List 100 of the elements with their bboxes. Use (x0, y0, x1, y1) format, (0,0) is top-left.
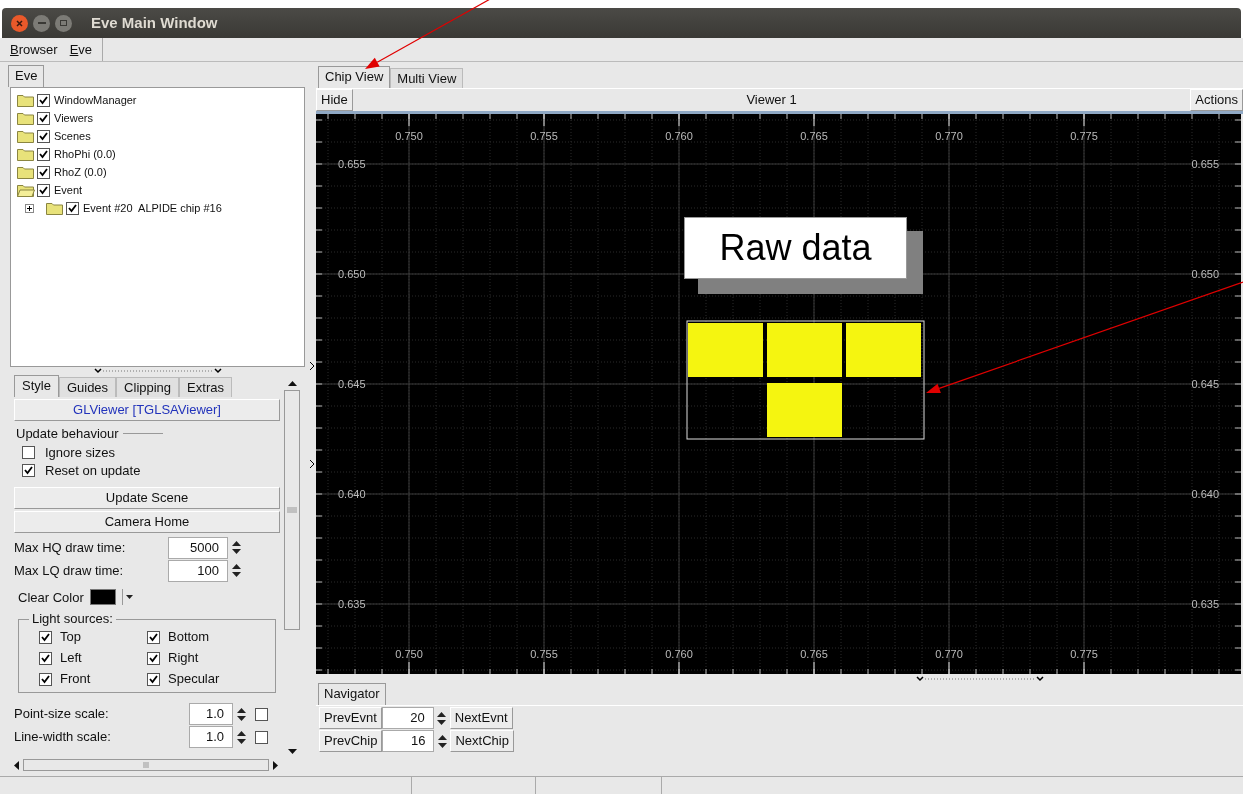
checkbox[interactable] (39, 651, 52, 665)
tab[interactable]: Navigator (318, 683, 386, 705)
tab[interactable]: Style (14, 375, 59, 397)
checkbox[interactable] (147, 651, 160, 665)
checkbox[interactable] (39, 630, 52, 644)
tick-label: 0.655 (338, 158, 366, 170)
tick-label: 0.655 (1191, 158, 1219, 170)
action-button[interactable]: Camera Home (14, 510, 280, 533)
group-title: Light sources: (29, 611, 116, 627)
color-swatch[interactable] (89, 589, 116, 606)
number-field[interactable]: 1.0 (189, 703, 233, 725)
tree-item[interactable]: WindowManager (54, 91, 137, 109)
annotation-label: Raw data (684, 217, 907, 279)
checkbox-label: Left (60, 649, 82, 668)
tick-label: 0.755 (530, 130, 558, 142)
checkbox[interactable] (37, 147, 50, 161)
tick-label: 0.770 (935, 130, 963, 142)
number-field[interactable]: 100 (168, 559, 228, 582)
scroll-right-icon[interactable] (273, 760, 278, 770)
group-title: Update behaviour (16, 425, 119, 443)
checkbox[interactable] (66, 201, 79, 215)
object-button[interactable]: GLViewer [TGLSAViewer] (14, 399, 280, 421)
field-label: Clear Color (18, 588, 84, 607)
tick-label: 0.755 (530, 648, 558, 660)
number-field[interactable]: 5000 (168, 536, 228, 559)
tab[interactable]: Chip View (318, 66, 391, 88)
checkbox[interactable] (255, 707, 268, 721)
tick-label: 0.640 (1191, 488, 1219, 500)
tab[interactable]: Multi View (390, 68, 464, 88)
field-label: Max LQ draw time: (14, 561, 124, 580)
splitter-handle-icon[interactable] (914, 675, 1045, 683)
tick-label: 0.645 (1191, 378, 1219, 390)
folder-icon (17, 129, 35, 143)
number-field[interactable]: 20 (381, 707, 434, 729)
tick-label: 0.650 (338, 268, 366, 280)
checkbox-label: Bottom (168, 628, 210, 647)
gl-viewer[interactable]: 0.750 0.755 0.760 0.765 0.770 0.775 0.750 0.755 0.760 0.765 0.770 0.775 0.655 0.650 0.645 0.640 0.635 0.655 0.650 0.645 0.640 0.635 Raw data (316, 114, 1241, 674)
checkbox[interactable] (147, 630, 160, 644)
tick-label: 0.635 (338, 598, 366, 610)
checkbox-label: Reset on update (45, 461, 141, 480)
tab[interactable]: Guides (58, 377, 117, 397)
action-button[interactable]: Update Scene (14, 486, 280, 509)
tree-item[interactable]: RhoPhi (0.0) (54, 145, 116, 163)
viewer-title: Viewer 1 (745, 91, 798, 109)
checkbox[interactable] (39, 672, 52, 686)
tick-label: 0.765 (800, 648, 828, 660)
scroll-up-icon[interactable] (287, 381, 297, 386)
field-label: Point-size scale: (14, 705, 109, 724)
close-icon[interactable] (11, 14, 28, 32)
checkbox[interactable] (255, 730, 268, 744)
tick-label: 0.760 (665, 648, 693, 660)
tick-label: 0.750 (395, 648, 423, 660)
checkbox-label: Specular (168, 670, 220, 689)
folder-icon (17, 165, 35, 179)
tree-item[interactable]: RhoZ (0.0) (54, 163, 107, 181)
checkbox[interactable] (37, 129, 50, 143)
scroll-down-icon[interactable] (287, 749, 297, 754)
checkbox[interactable] (22, 446, 35, 459)
checkbox-label: Top (60, 628, 81, 647)
checkbox[interactable] (37, 111, 50, 125)
menu-item[interactable]: Browser (10, 39, 58, 60)
tree-item[interactable]: Viewers (54, 109, 93, 127)
checkbox[interactable] (37, 165, 50, 179)
checkbox[interactable] (37, 183, 50, 197)
tick-label: 0.650 (1191, 268, 1219, 280)
previous-button[interactable]: PrevEvnt (319, 707, 382, 729)
expand-icon[interactable] (25, 203, 34, 213)
tree-item[interactable]: Scenes (54, 127, 91, 145)
tree-item[interactable]: Event (54, 181, 83, 199)
tree-item[interactable]: Event #20 ALPIDE chip #16 (83, 199, 222, 217)
window-title: Eve Main Window (91, 12, 218, 33)
checkbox-label: Ignore sizes (45, 443, 116, 462)
scroll-left-icon[interactable] (14, 760, 19, 770)
tab[interactable]: Extras (179, 377, 232, 397)
tick-label: 0.635 (1191, 598, 1219, 610)
hide-button[interactable]: Hide (316, 89, 353, 111)
field-label: Line-width scale: (14, 728, 111, 747)
actions-button[interactable]: Actions (1190, 89, 1243, 111)
checkbox[interactable] (147, 672, 160, 686)
tab[interactable]: Clipping (116, 377, 180, 397)
dropdown-caret-icon[interactable] (121, 589, 133, 606)
previous-button[interactable]: PrevChip (319, 730, 383, 752)
menu-item[interactable]: Eve (69, 39, 93, 60)
checkbox-label: Right (168, 649, 199, 668)
field-label: Max HQ draw time: (14, 538, 126, 557)
grip-icon[interactable] (143, 762, 149, 768)
checkbox[interactable] (22, 464, 35, 477)
number-field[interactable]: 16 (382, 730, 435, 752)
next-button[interactable]: NextChip (450, 730, 514, 752)
tick-label: 0.750 (395, 130, 423, 142)
panel-tab[interactable]: Eve (8, 65, 45, 87)
next-button[interactable]: NextEvnt (449, 707, 513, 729)
tick-label: 0.760 (665, 130, 693, 142)
grip-icon[interactable] (287, 507, 297, 513)
maximize-icon[interactable] (55, 14, 72, 32)
checkbox[interactable] (37, 93, 50, 107)
splitter-handle-icon[interactable] (93, 367, 223, 375)
minimize-icon[interactable] (33, 14, 50, 32)
folder-icon (17, 93, 35, 107)
number-field[interactable]: 1.0 (189, 726, 233, 748)
